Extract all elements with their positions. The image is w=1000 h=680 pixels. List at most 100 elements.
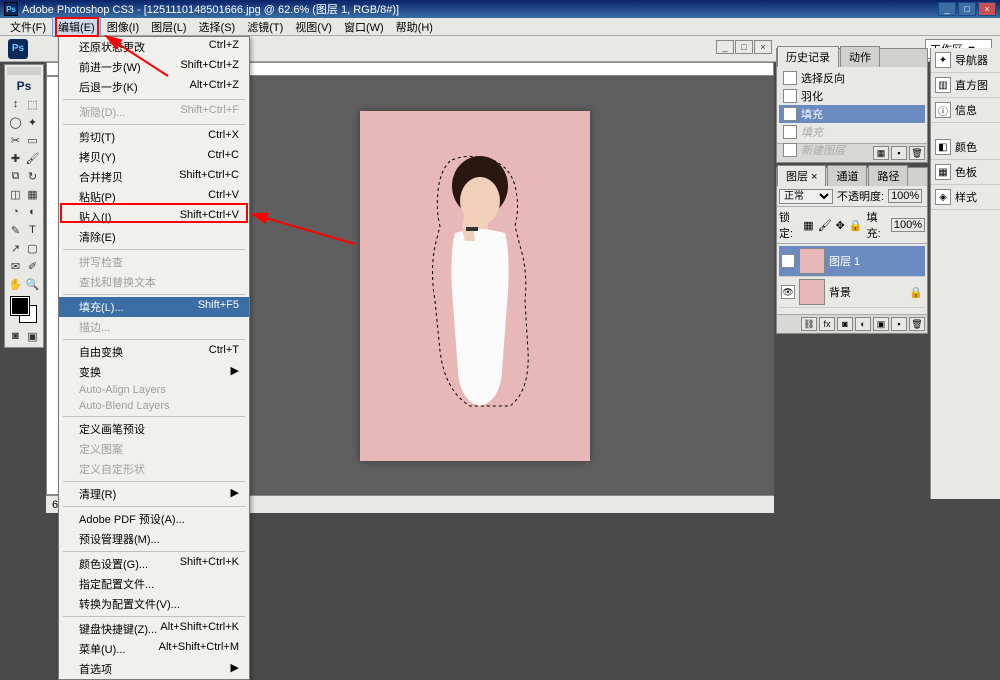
- dock-styles[interactable]: ◈样式: [931, 185, 1000, 210]
- link-layers-icon[interactable]: ⛓: [801, 317, 817, 331]
- lasso-tool-icon[interactable]: ◯: [7, 113, 24, 131]
- slice-tool-icon[interactable]: ▭: [24, 131, 41, 149]
- crop-tool-icon[interactable]: ✂: [7, 131, 24, 149]
- menu-item-[interactable]: 定义画笔预设: [59, 419, 249, 439]
- history-item[interactable]: 填充: [779, 105, 925, 123]
- lock-position-icon[interactable]: ✥: [836, 219, 845, 232]
- menu-item-[interactable]: 指定配置文件...: [59, 574, 249, 594]
- gradient-tool-icon[interactable]: ▦: [24, 185, 41, 203]
- opacity-value[interactable]: 100%: [888, 189, 922, 203]
- lock-pixels-icon[interactable]: 🖌: [818, 219, 832, 232]
- menu-view[interactable]: 视图(V): [289, 17, 338, 37]
- dock-info[interactable]: ⓘ信息: [931, 98, 1000, 123]
- new-layer-icon[interactable]: ▪: [891, 317, 907, 331]
- pen-tool-icon[interactable]: ✎: [7, 221, 24, 239]
- maximize-button[interactable]: □: [958, 2, 976, 16]
- path-tool-icon[interactable]: ↗: [7, 239, 24, 257]
- lock-all-icon[interactable]: 🔒: [849, 219, 863, 232]
- color-swatch[interactable]: [11, 297, 37, 323]
- menu-item-Z[interactable]: 键盘快捷键(Z)...Alt+Shift+Ctrl+K: [59, 619, 249, 639]
- stamp-tool-icon[interactable]: ⧉: [7, 167, 24, 185]
- menu-item-T[interactable]: 剪切(T)Ctrl+X: [59, 127, 249, 147]
- menu-help[interactable]: 帮助(H): [390, 17, 439, 37]
- brush-tool-icon[interactable]: 🖌: [24, 149, 41, 167]
- eraser-tool-icon[interactable]: ◫: [7, 185, 24, 203]
- heal-tool-icon[interactable]: ✚: [7, 149, 24, 167]
- blend-mode-select[interactable]: 正常: [779, 189, 833, 204]
- menu-image[interactable]: 图像(I): [101, 17, 145, 37]
- tab-paths[interactable]: 路径: [868, 165, 908, 186]
- marquee-tool-icon[interactable]: ⬚: [24, 95, 41, 113]
- menu-window[interactable]: 窗口(W): [338, 17, 390, 37]
- menu-item-U[interactable]: 菜单(U)...Alt+Shift+Ctrl+M: [59, 639, 249, 659]
- dock-swatches[interactable]: ▦色板: [931, 160, 1000, 185]
- mask-icon[interactable]: ◙: [837, 317, 853, 331]
- layer-item[interactable]: 👁图层 1: [779, 246, 925, 277]
- layer-visibility-icon[interactable]: 👁: [781, 254, 795, 268]
- menu-item-G[interactable]: 颜色设置(G)...Shift+Ctrl+K: [59, 554, 249, 574]
- menu-item-[interactable]: 自由变换Ctrl+T: [59, 342, 249, 362]
- move-tool-icon[interactable]: ↕: [7, 95, 24, 113]
- dock-histogram[interactable]: ▥直方图: [931, 73, 1000, 98]
- layer-item[interactable]: 👁背景🔒: [779, 277, 925, 308]
- minimize-button[interactable]: _: [938, 2, 956, 16]
- menu-item-P[interactable]: 粘贴(P)Ctrl+V: [59, 187, 249, 207]
- menu-item-V[interactable]: 转换为配置文件(V)...: [59, 594, 249, 614]
- dock-navigator[interactable]: ✦导航器: [931, 48, 1000, 73]
- foreground-color-swatch[interactable]: [11, 297, 29, 315]
- history-item[interactable]: 羽化: [779, 87, 925, 105]
- dock-color[interactable]: ◧颜色: [931, 135, 1000, 160]
- menu-file[interactable]: 文件(F): [4, 17, 52, 37]
- type-tool-icon[interactable]: T: [24, 221, 41, 239]
- doc-close-button[interactable]: ×: [754, 40, 772, 54]
- tab-history[interactable]: 历史记录: [777, 46, 839, 67]
- shape-tool-icon[interactable]: ▢: [24, 239, 41, 257]
- doc-maximize-button[interactable]: □: [735, 40, 753, 54]
- doc-minimize-button[interactable]: _: [716, 40, 734, 54]
- adjustment-icon[interactable]: ◐: [855, 317, 871, 331]
- history-new-doc-icon[interactable]: ▪: [891, 146, 907, 160]
- menu-edit[interactable]: 编辑(E): [52, 17, 101, 37]
- notes-tool-icon[interactable]: ✉: [7, 257, 24, 275]
- eyedropper-tool-icon[interactable]: ✐: [24, 257, 41, 275]
- menu-item-[interactable]: 首选项▶: [59, 659, 249, 679]
- menu-item-K[interactable]: 后退一步(K)Alt+Ctrl+Z: [59, 77, 249, 97]
- group-icon[interactable]: ▣: [873, 317, 889, 331]
- quickmask-tool-icon[interactable]: ◙: [7, 327, 24, 345]
- menu-item-E[interactable]: 清除(E): [59, 227, 249, 247]
- history-new-snapshot-icon[interactable]: ▦: [873, 146, 889, 160]
- delete-layer-icon[interactable]: 🗑: [909, 317, 925, 331]
- fx-icon[interactable]: fx: [819, 317, 835, 331]
- menu-item-I[interactable]: 贴入(I)Shift+Ctrl+V: [59, 207, 249, 227]
- menu-item-R[interactable]: 清理(R)▶: [59, 484, 249, 504]
- document-canvas[interactable]: [360, 111, 590, 461]
- menu-layer[interactable]: 图层(L): [145, 17, 192, 37]
- lock-trans-icon[interactable]: ▦: [803, 219, 813, 232]
- menu-item-W[interactable]: 前进一步(W)Shift+Ctrl+Z: [59, 57, 249, 77]
- tab-actions[interactable]: 动作: [840, 46, 880, 67]
- hand-tool-icon[interactable]: ✋: [7, 275, 24, 293]
- menu-item-M[interactable]: 预设管理器(M)...: [59, 529, 249, 549]
- screenmode-tool-icon[interactable]: ▣: [24, 327, 41, 345]
- layer-visibility-icon[interactable]: 👁: [781, 285, 795, 299]
- history-item[interactable]: 填充: [779, 123, 925, 141]
- menu-filter[interactable]: 滤镜(T): [241, 17, 289, 37]
- menu-select[interactable]: 选择(S): [193, 17, 242, 37]
- history-brush-tool-icon[interactable]: ↻: [24, 167, 41, 185]
- menu-item-[interactable]: 还原状态更改Ctrl+Z: [59, 37, 249, 57]
- menu-item-L[interactable]: 填充(L)...Shift+F5: [59, 297, 249, 317]
- menu-item-[interactable]: 合并拷贝Shift+Ctrl+C: [59, 167, 249, 187]
- history-item[interactable]: 选择反向: [779, 69, 925, 87]
- menu-item-Y[interactable]: 拷贝(Y)Ctrl+C: [59, 147, 249, 167]
- toolbox-drag-handle[interactable]: [7, 67, 41, 75]
- wand-tool-icon[interactable]: ✦: [24, 113, 41, 131]
- fill-value[interactable]: 100%: [891, 218, 925, 232]
- menu-item-AdobePDFA[interactable]: Adobe PDF 预设(A)...: [59, 509, 249, 529]
- tab-layers[interactable]: 图层 ×: [777, 165, 826, 186]
- blur-tool-icon[interactable]: ◔: [7, 203, 24, 221]
- close-button[interactable]: ×: [978, 2, 996, 16]
- dodge-tool-icon[interactable]: ◐: [24, 203, 41, 221]
- zoom-tool-icon[interactable]: 🔍: [24, 275, 41, 293]
- tab-channels[interactable]: 通道: [827, 165, 867, 186]
- menu-item-[interactable]: 变换▶: [59, 362, 249, 382]
